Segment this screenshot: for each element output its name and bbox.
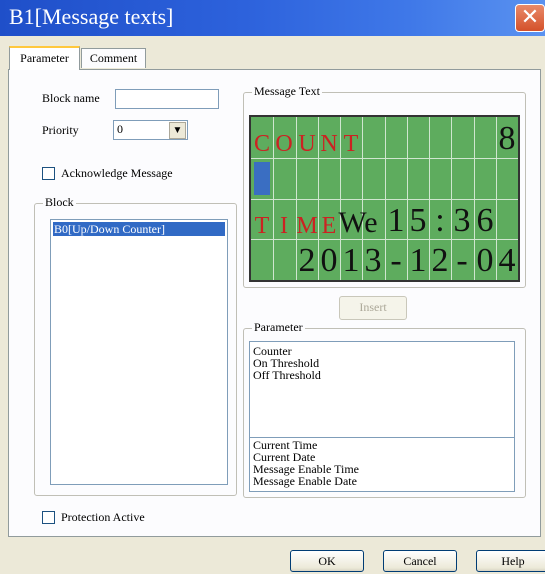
acknowledge-checkbox[interactable]	[42, 167, 55, 180]
lcd-char: 3	[364, 242, 382, 279]
lcd-char: -	[456, 242, 468, 279]
lcd-char: 5	[409, 202, 427, 239]
lcd-char: 2	[298, 242, 316, 279]
lcd-char: 6	[476, 202, 494, 239]
acknowledge-label: Acknowledge Message	[61, 166, 173, 180]
message-text-title: Message Text	[252, 84, 322, 99]
close-icon: ✕	[520, 4, 540, 29]
protection-label: Protection Active	[61, 510, 145, 524]
lcd-char: 1	[409, 242, 427, 279]
block-list[interactable]: B0[Up/Down Counter]	[50, 219, 228, 485]
lcd-char: We	[338, 206, 378, 239]
ok-button[interactable]: OK	[290, 550, 364, 572]
lcd-char: -	[390, 242, 402, 279]
block-group-title: Block	[43, 195, 76, 210]
lcd-grid-line	[251, 158, 518, 159]
priority-select[interactable]: 0 ▼	[113, 120, 188, 140]
lcd-char: N	[320, 131, 338, 157]
lcd-char: O	[275, 131, 293, 157]
lcd-char: I	[280, 213, 288, 239]
tab-comment[interactable]: Comment	[81, 48, 146, 68]
lcd-char: 2	[431, 242, 449, 279]
window-title: B1[Message texts]	[9, 4, 174, 29]
lcd-char: 0	[476, 242, 494, 279]
lcd-char: C	[253, 131, 270, 157]
lcd-char: 1	[387, 202, 405, 239]
lcd-char: M	[296, 213, 318, 239]
lcd-char: E	[321, 213, 337, 239]
block-name-label: Block name	[42, 91, 100, 105]
list-item[interactable]: B0[Up/Down Counter]	[53, 222, 225, 236]
chevron-down-icon[interactable]: ▼	[169, 122, 186, 139]
lcd-char: 8	[498, 120, 516, 157]
lcd-char: U	[298, 131, 316, 157]
priority-label: Priority	[42, 123, 79, 137]
lcd-char: 4	[498, 242, 516, 279]
lcd-char: 1	[342, 242, 360, 279]
lcd-cursor	[254, 162, 270, 195]
lcd-char: 0	[320, 242, 338, 279]
lcd-display[interactable]: C O U N T 8 T I M E We 1 5:3 6 2 0 1 3-1 2-0 4	[249, 115, 520, 282]
parameter-group-title: Parameter	[252, 320, 305, 335]
priority-value: 0	[117, 122, 123, 136]
protection-checkbox[interactable]	[42, 511, 55, 524]
insert-button[interactable]: Insert	[339, 296, 407, 320]
block-name-input[interactable]	[115, 89, 219, 109]
help-button[interactable]: Help	[476, 550, 545, 572]
title-bar: B1[Message texts] ✕	[0, 0, 545, 36]
lcd-char: T	[343, 131, 359, 157]
close-button[interactable]: ✕	[515, 4, 545, 32]
lcd-char: T	[254, 213, 270, 239]
lcd-char: 3	[453, 202, 471, 239]
lcd-char: :	[435, 202, 445, 239]
list-item[interactable]: Off Threshold	[253, 369, 321, 381]
tab-parameter[interactable]: Parameter	[9, 46, 80, 70]
list-item[interactable]: Message Enable Date	[253, 475, 357, 487]
cancel-button[interactable]: Cancel	[383, 550, 457, 572]
